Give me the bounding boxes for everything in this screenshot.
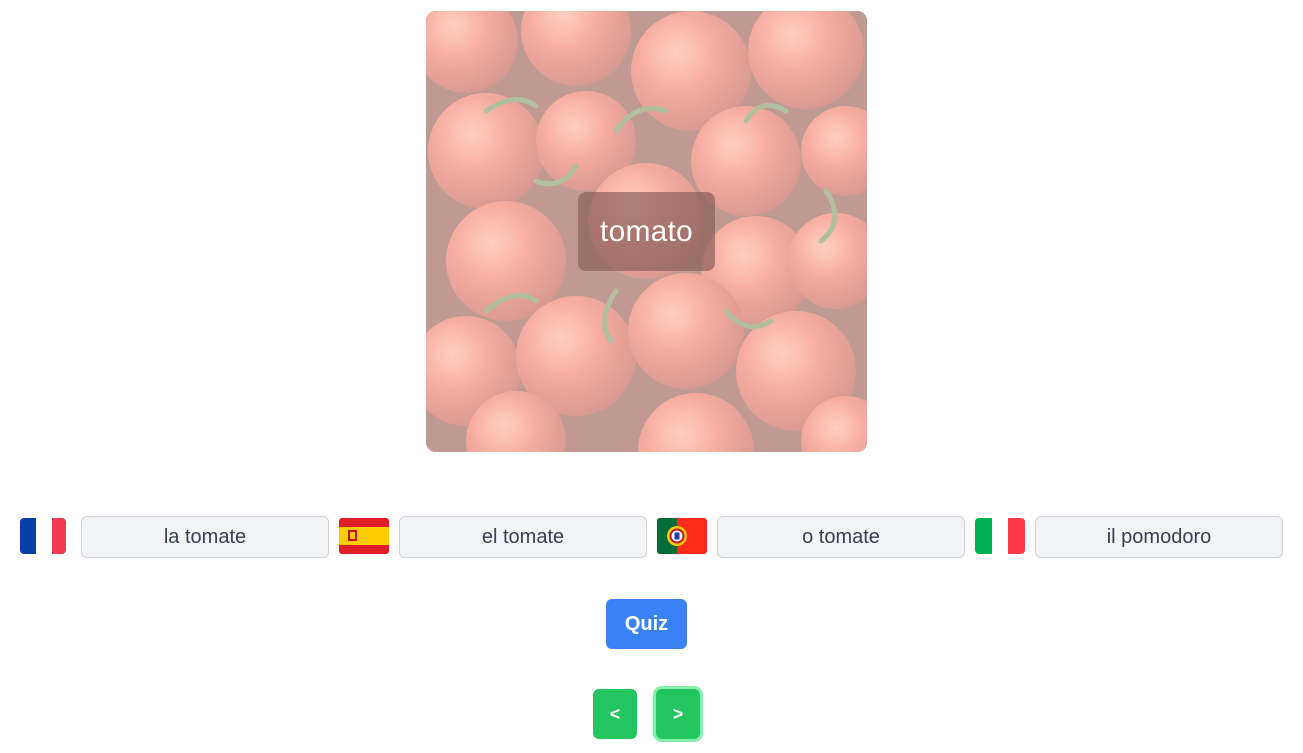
france-flag-icon [20,518,70,554]
translation-italian[interactable]: il pomodoro [1035,516,1283,558]
translation-french[interactable]: la tomate [81,516,329,558]
flashcard-page: tomato la tomate el tomate o tomate il p… [0,0,1303,753]
translation-spanish[interactable]: el tomate [399,516,647,558]
vocabulary-image-card: tomato [426,11,867,452]
quiz-button[interactable]: Quiz [606,599,687,649]
next-button[interactable]: > [656,689,700,739]
previous-button[interactable]: < [593,689,637,739]
portugal-flag-icon [657,518,707,554]
word-label: tomato [578,192,715,271]
italy-flag-icon [975,518,1025,554]
spain-flag-icon [339,518,389,554]
translation-portuguese[interactable]: o tomate [717,516,965,558]
